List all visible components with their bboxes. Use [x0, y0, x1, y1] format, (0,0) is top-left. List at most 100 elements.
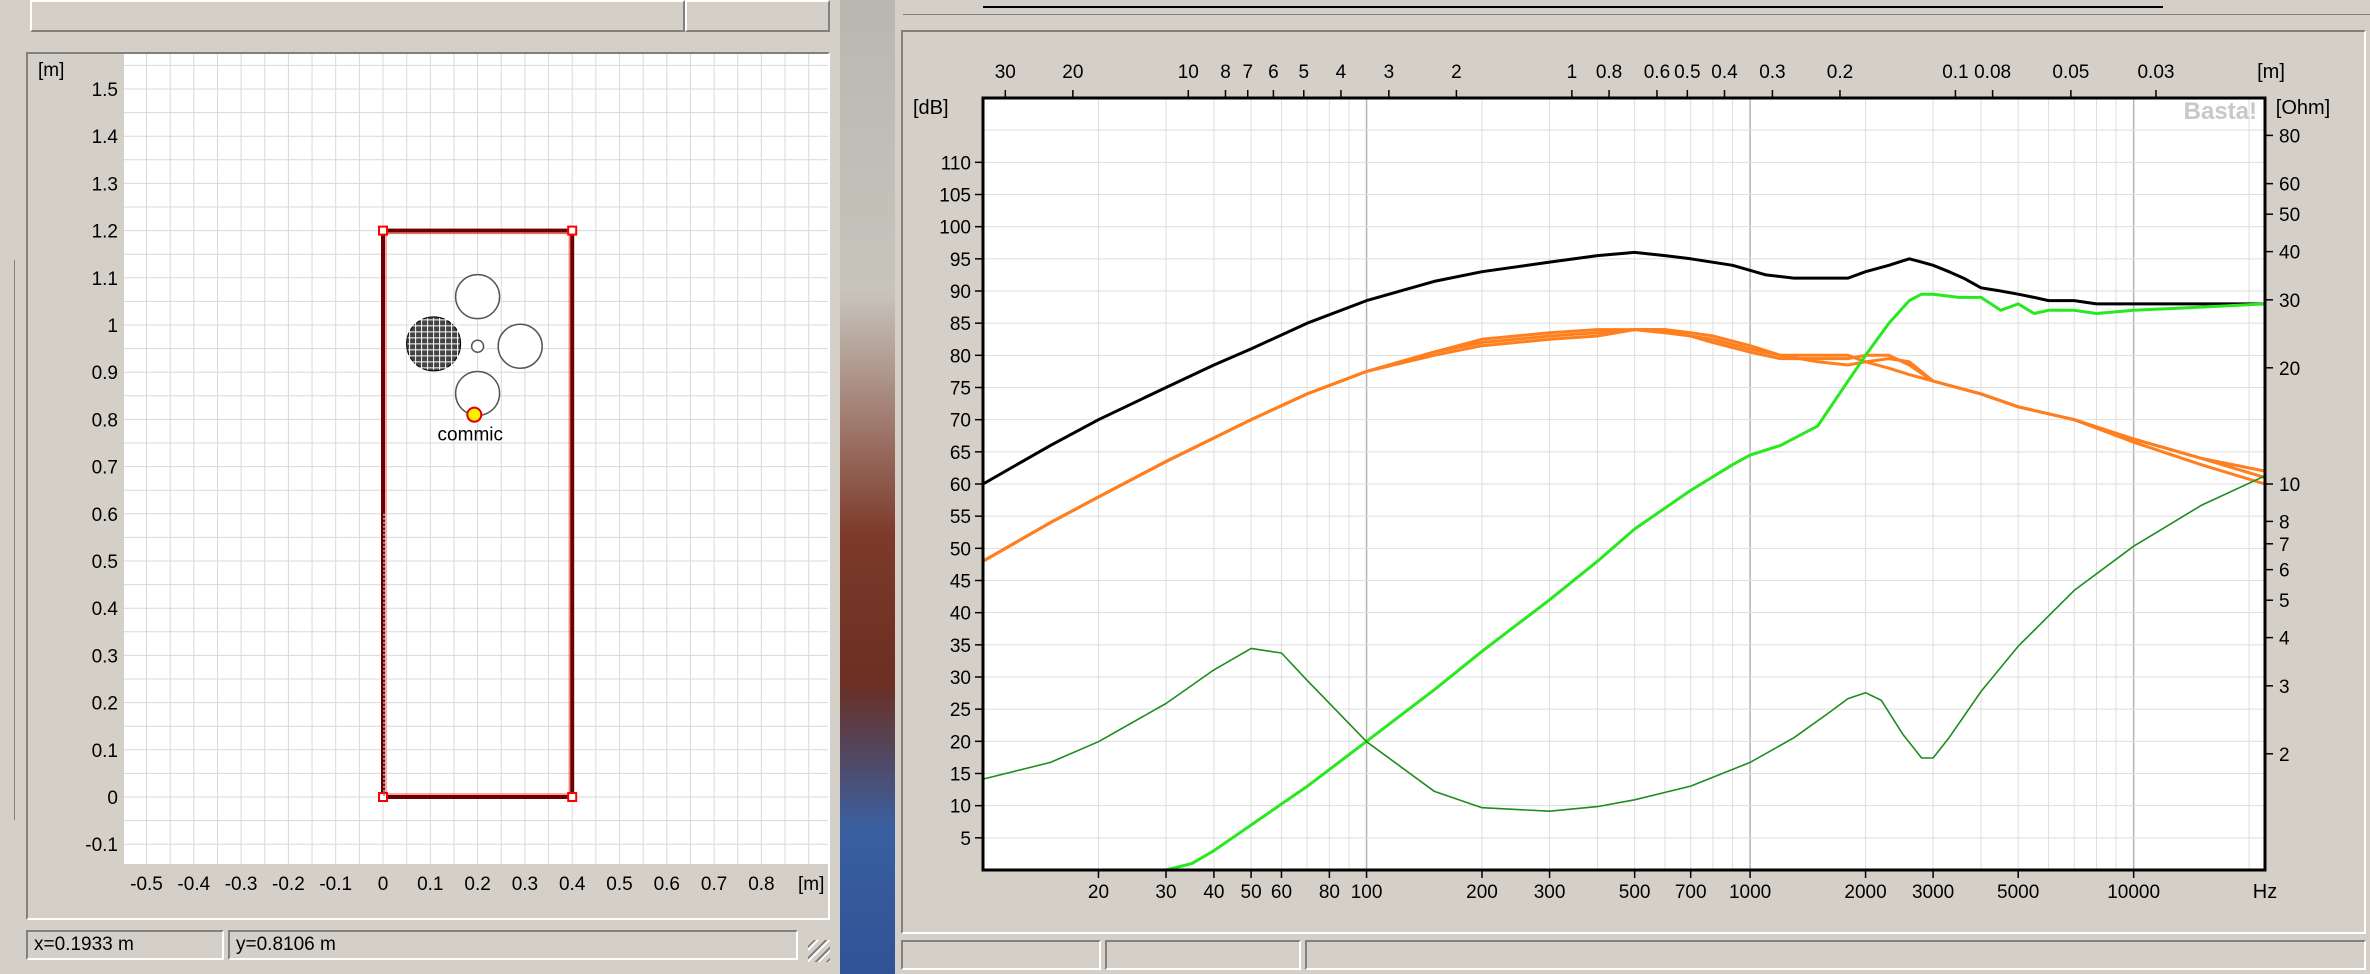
chart-x-axis: 20 30 40 50 60 80 100 200 300 500 700 1000 2000 3000 5… — [1088, 870, 2160, 903]
left-top-toolbar-cell — [685, 0, 830, 32]
right-status-cell-2 — [1105, 940, 1301, 970]
background-photo — [840, 0, 895, 974]
room-x-tick-label: 0.5 — [606, 874, 632, 895]
chart-y-tick-label: 25 — [950, 700, 971, 721]
chart-y2-tick-label: 5 — [2279, 591, 2290, 612]
chart-top-axis: 30 20 10 8 7 6 5 4 3 2 1 0.8 0.6 0.5 0.4 0.3 0.2 0.1 0.08 0… — [995, 62, 2174, 98]
chart-top-tick-label: 0.08 — [1974, 62, 2011, 83]
resize-grip[interactable] — [808, 940, 830, 962]
room-y-axis: 1.5 1.4 1.3 1.2 1.1 1 0.9 0.8 0.7 0.6 0.5 0.4 0.3 0.2… — [85, 80, 118, 856]
chart-y2-tick-label: 4 — [2279, 629, 2290, 650]
room-y-tick-label: 0.5 — [92, 552, 118, 573]
chart-y-tick-label: 80 — [950, 346, 971, 367]
room-y-tick-label: 1.5 — [92, 80, 118, 101]
room-y-tick-label: 0.9 — [92, 363, 118, 384]
left-status-bar: x=0.1933 m y=0.8106 m — [26, 930, 836, 960]
chart-x-tick-label: 1000 — [1729, 882, 1771, 903]
room-plot[interactable]: -0.5 -0.4 -0.3 -0.2 -0.1 0 0.1 0.2 0.3 0.4 0.5 0.6 0… — [28, 54, 828, 918]
room-x-tick-label: 0.7 — [701, 874, 727, 895]
chart-y2-tick-label: 3 — [2279, 677, 2290, 698]
room-y-tick-label: 0.6 — [92, 505, 118, 526]
chart-y2-label: [Ohm] — [2276, 97, 2330, 119]
chart-y2-tick-label: 10 — [2279, 475, 2300, 496]
chart-y-tick-label: 60 — [950, 475, 971, 496]
room-x-tick-label: 0.3 — [512, 874, 538, 895]
room-corner-handle — [567, 792, 578, 802]
chart-top-tick-label: 0.3 — [1759, 62, 1785, 83]
mic-label: commic — [438, 425, 503, 446]
room-y-tick-label: 1.3 — [92, 174, 118, 195]
chart-top-tick-label: 0.5 — [1674, 62, 1700, 83]
room-plot-area — [124, 54, 828, 864]
chart-top-tick-label: 0.1 — [1942, 62, 1968, 83]
chart-x-tick-label: 80 — [1319, 882, 1340, 903]
chart-y2-tick-label: 7 — [2279, 535, 2290, 556]
chart-x-tick-label: 60 — [1271, 882, 1292, 903]
room-x-tick-label: -0.1 — [319, 874, 352, 895]
chart-top-tick-label: 30 — [995, 62, 1016, 83]
chart-y2-tick-label: 20 — [2279, 359, 2300, 380]
room-y-tick-label: 0.8 — [92, 410, 118, 431]
chart-top-tick-label: 20 — [1062, 62, 1083, 83]
chart-y-tick-label: 30 — [950, 668, 971, 689]
chart-top-tick-label: 0.6 — [1644, 62, 1670, 83]
room-corner-handle — [378, 225, 388, 236]
response-chart-frame: 20 30 40 50 60 80 100 200 300 500 700 1000 2000 3000 5… — [901, 30, 2366, 934]
room-x-tick-label: 0.8 — [748, 874, 774, 895]
chart-y2-axis: 2 3 4 5 6 78 10 20 30 40 50 60 80 — [2265, 126, 2300, 766]
chart-y2-tick-label: 80 — [2279, 126, 2300, 147]
room-y-tick-label: 1.2 — [92, 222, 118, 243]
room-y-tick-label: 1.1 — [92, 269, 118, 290]
room-y-tick-label: 0.1 — [92, 741, 118, 762]
chart-y-tick-label: 90 — [950, 282, 971, 303]
chart-y-tick-label: 75 — [950, 379, 971, 400]
chart-x-tick-label: 50 — [1241, 882, 1262, 903]
right-status-cell-1 — [901, 940, 1101, 970]
chart-x-tick-label: 2000 — [1844, 882, 1886, 903]
response-chart[interactable]: 20 30 40 50 60 80 100 200 300 500 700 1000 2000 3000 5… — [903, 32, 2364, 932]
chart-x-tick-label: 100 — [1351, 882, 1383, 903]
chart-x-tick-label: 200 — [1466, 882, 1498, 903]
room-x-tick-label: -0.4 — [177, 874, 210, 895]
chart-y-tick-label: 85 — [950, 314, 971, 335]
chart-x-tick-label: 5000 — [1997, 882, 2039, 903]
chart-y-tick-label: 20 — [950, 732, 971, 753]
chart-x-tick-label: 3000 — [1912, 882, 1954, 903]
chart-y-tick-label: 95 — [950, 250, 971, 271]
chart-x-tick-label: 20 — [1088, 882, 1109, 903]
chart-y2-tick-label: 30 — [2279, 291, 2300, 312]
chart-y2-tick-label: 50 — [2279, 205, 2300, 226]
chart-x-tick-label: 700 — [1675, 882, 1707, 903]
chart-y2-tick-label: 6 — [2279, 561, 2290, 582]
response-window: 20 30 40 50 60 80 100 200 300 500 700 1000 2000 3000 5… — [895, 0, 2370, 974]
chart-y-tick-label: 65 — [950, 443, 971, 464]
chart-y-tick-label: 110 — [941, 153, 971, 174]
room-x-tick-label: 0.1 — [417, 874, 443, 895]
chart-top-tick-label: 1 — [1567, 62, 1578, 83]
room-y-tick-label: 0.4 — [92, 599, 119, 620]
room-y-tick-label: 0 — [107, 788, 118, 809]
chart-top-tick-label: 8 — [1220, 62, 1231, 83]
room-y-tick-label: 1.4 — [92, 127, 119, 148]
chart-top-unit: [m] — [2257, 61, 2285, 83]
left-side-panel — [0, 260, 15, 820]
room-x-tick-label: 0.4 — [559, 874, 586, 895]
speaker-center — [470, 339, 485, 353]
chart-x-tick-label: 300 — [1534, 882, 1566, 903]
chart-y-tick-label: 100 — [939, 218, 971, 239]
right-status-bar — [901, 938, 2366, 974]
chart-y-tick-label: 35 — [950, 636, 971, 657]
chart-y-tick-label: 50 — [950, 539, 971, 560]
room-x-tick-label: 0 — [378, 874, 389, 895]
room-y-tick-label: 0.2 — [92, 694, 118, 715]
chart-y-tick-label: 55 — [950, 507, 971, 528]
room-x-unit: [m] — [798, 874, 824, 895]
chart-y2-tick-label: 40 — [2279, 243, 2300, 264]
chart-top-tick-label: 0.4 — [1711, 62, 1738, 83]
chart-x-tick-label: 30 — [1155, 882, 1176, 903]
room-x-tick-label: -0.5 — [130, 874, 163, 895]
chart-top-tick-label: 0.03 — [2137, 62, 2174, 83]
room-y-tick-label: 1 — [107, 316, 118, 337]
chart-y-tick-label: 40 — [950, 604, 971, 625]
chart-top-tick-label: 6 — [1268, 62, 1279, 83]
